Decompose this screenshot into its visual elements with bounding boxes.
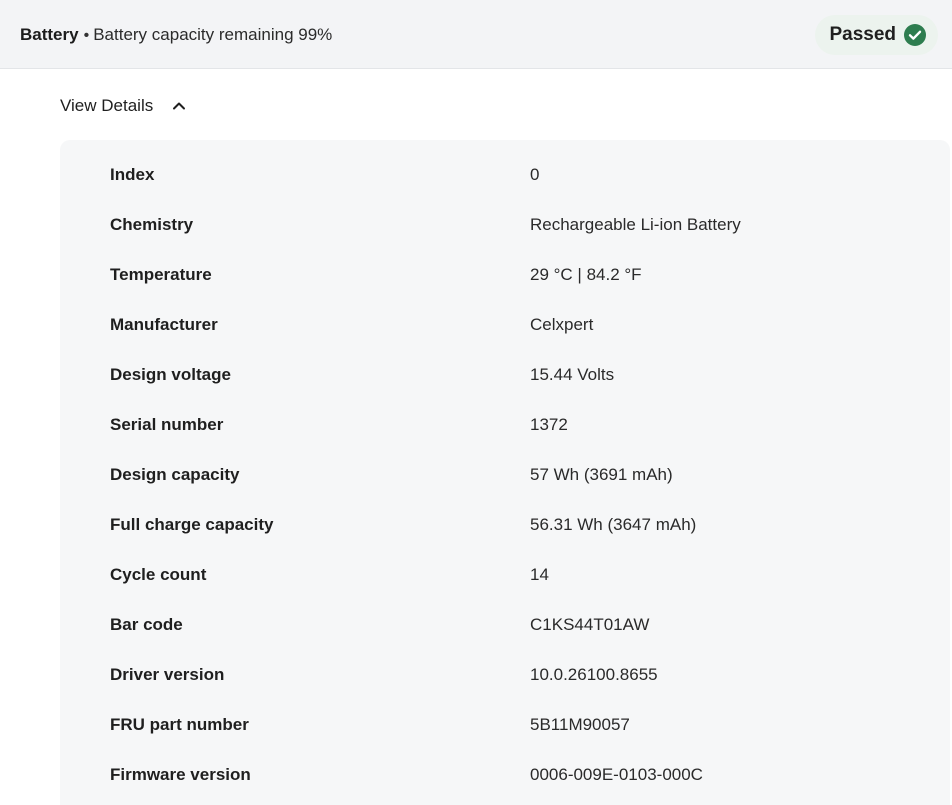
detail-value: 5B11M90057 xyxy=(530,715,630,734)
detail-value: 57 Wh (3691 mAh) xyxy=(530,465,673,484)
detail-value: 29 °C | 84.2 °F xyxy=(530,265,642,284)
detail-row-design-capacity: Design capacity 57 Wh (3691 mAh) xyxy=(60,450,950,500)
detail-label: Driver version xyxy=(110,665,225,684)
section-description: Battery capacity remaining 99% xyxy=(93,25,333,44)
detail-value: 56.31 Wh (3647 mAh) xyxy=(530,515,697,534)
view-details-toggle[interactable]: View Details xyxy=(60,88,187,124)
detail-row-cycle-count: Cycle count 14 xyxy=(60,550,950,600)
chevron-up-icon xyxy=(173,102,186,110)
status-badge: Passed xyxy=(815,15,938,55)
detail-label: Chemistry xyxy=(110,215,194,234)
detail-label: Full charge capacity xyxy=(110,515,274,534)
view-details-label: View Details xyxy=(60,96,154,115)
detail-row-driver-version: Driver version 10.0.26100.8655 xyxy=(60,650,950,700)
detail-row-index: Index 0 xyxy=(60,150,950,200)
detail-value: 14 xyxy=(530,565,549,584)
detail-value: 0 xyxy=(530,165,540,184)
battery-details-panel: Index 0 Chemistry Rechargeable Li-ion Ba… xyxy=(60,140,950,805)
detail-label: Design voltage xyxy=(110,365,231,384)
header-title: Battery • Battery capacity remaining 99% xyxy=(20,0,332,69)
detail-row-chemistry: Chemistry Rechargeable Li-ion Battery xyxy=(60,200,950,250)
detail-row-serial-number: Serial number 1372 xyxy=(60,400,950,450)
detail-label: FRU part number xyxy=(110,715,249,734)
detail-row-fru-part-number: FRU part number 5B11M90057 xyxy=(60,700,950,750)
detail-label: Index xyxy=(110,165,155,184)
detail-value: Celxpert xyxy=(530,315,594,334)
detail-label: Cycle count xyxy=(110,565,207,584)
section-name: Battery xyxy=(20,25,79,44)
detail-row-design-voltage: Design voltage 15.44 Volts xyxy=(60,350,950,400)
detail-value: 0006-009E-0103-000C xyxy=(530,765,703,784)
detail-row-bar-code: Bar code C1KS44T01AW xyxy=(60,600,950,650)
detail-row-manufacturer: Manufacturer Celxpert xyxy=(60,300,950,350)
detail-label: Design capacity xyxy=(110,465,240,484)
detail-label: Manufacturer xyxy=(110,315,218,334)
check-circle-icon xyxy=(904,24,926,46)
detail-label: Firmware version xyxy=(110,765,251,784)
title-separator: • xyxy=(83,27,90,44)
detail-value: C1KS44T01AW xyxy=(530,615,650,634)
detail-row-firmware-version: Firmware version 0006-009E-0103-000C xyxy=(60,750,950,800)
detail-value: 10.0.26100.8655 xyxy=(530,665,658,684)
battery-test-header: Battery • Battery capacity remaining 99% P… xyxy=(0,0,952,69)
detail-row-temperature: Temperature 29 °C | 84.2 °F xyxy=(60,250,950,300)
detail-value: 1372 xyxy=(530,415,568,434)
status-label: Passed xyxy=(829,24,896,45)
detail-label: Temperature xyxy=(110,265,212,284)
detail-row-full-charge-capacity: Full charge capacity 56.31 Wh (3647 mAh) xyxy=(60,500,950,550)
detail-label: Serial number xyxy=(110,415,224,434)
detail-label: Bar code xyxy=(110,615,183,634)
detail-value: 15.44 Volts xyxy=(530,365,615,384)
detail-value: Rechargeable Li-ion Battery xyxy=(530,215,741,234)
